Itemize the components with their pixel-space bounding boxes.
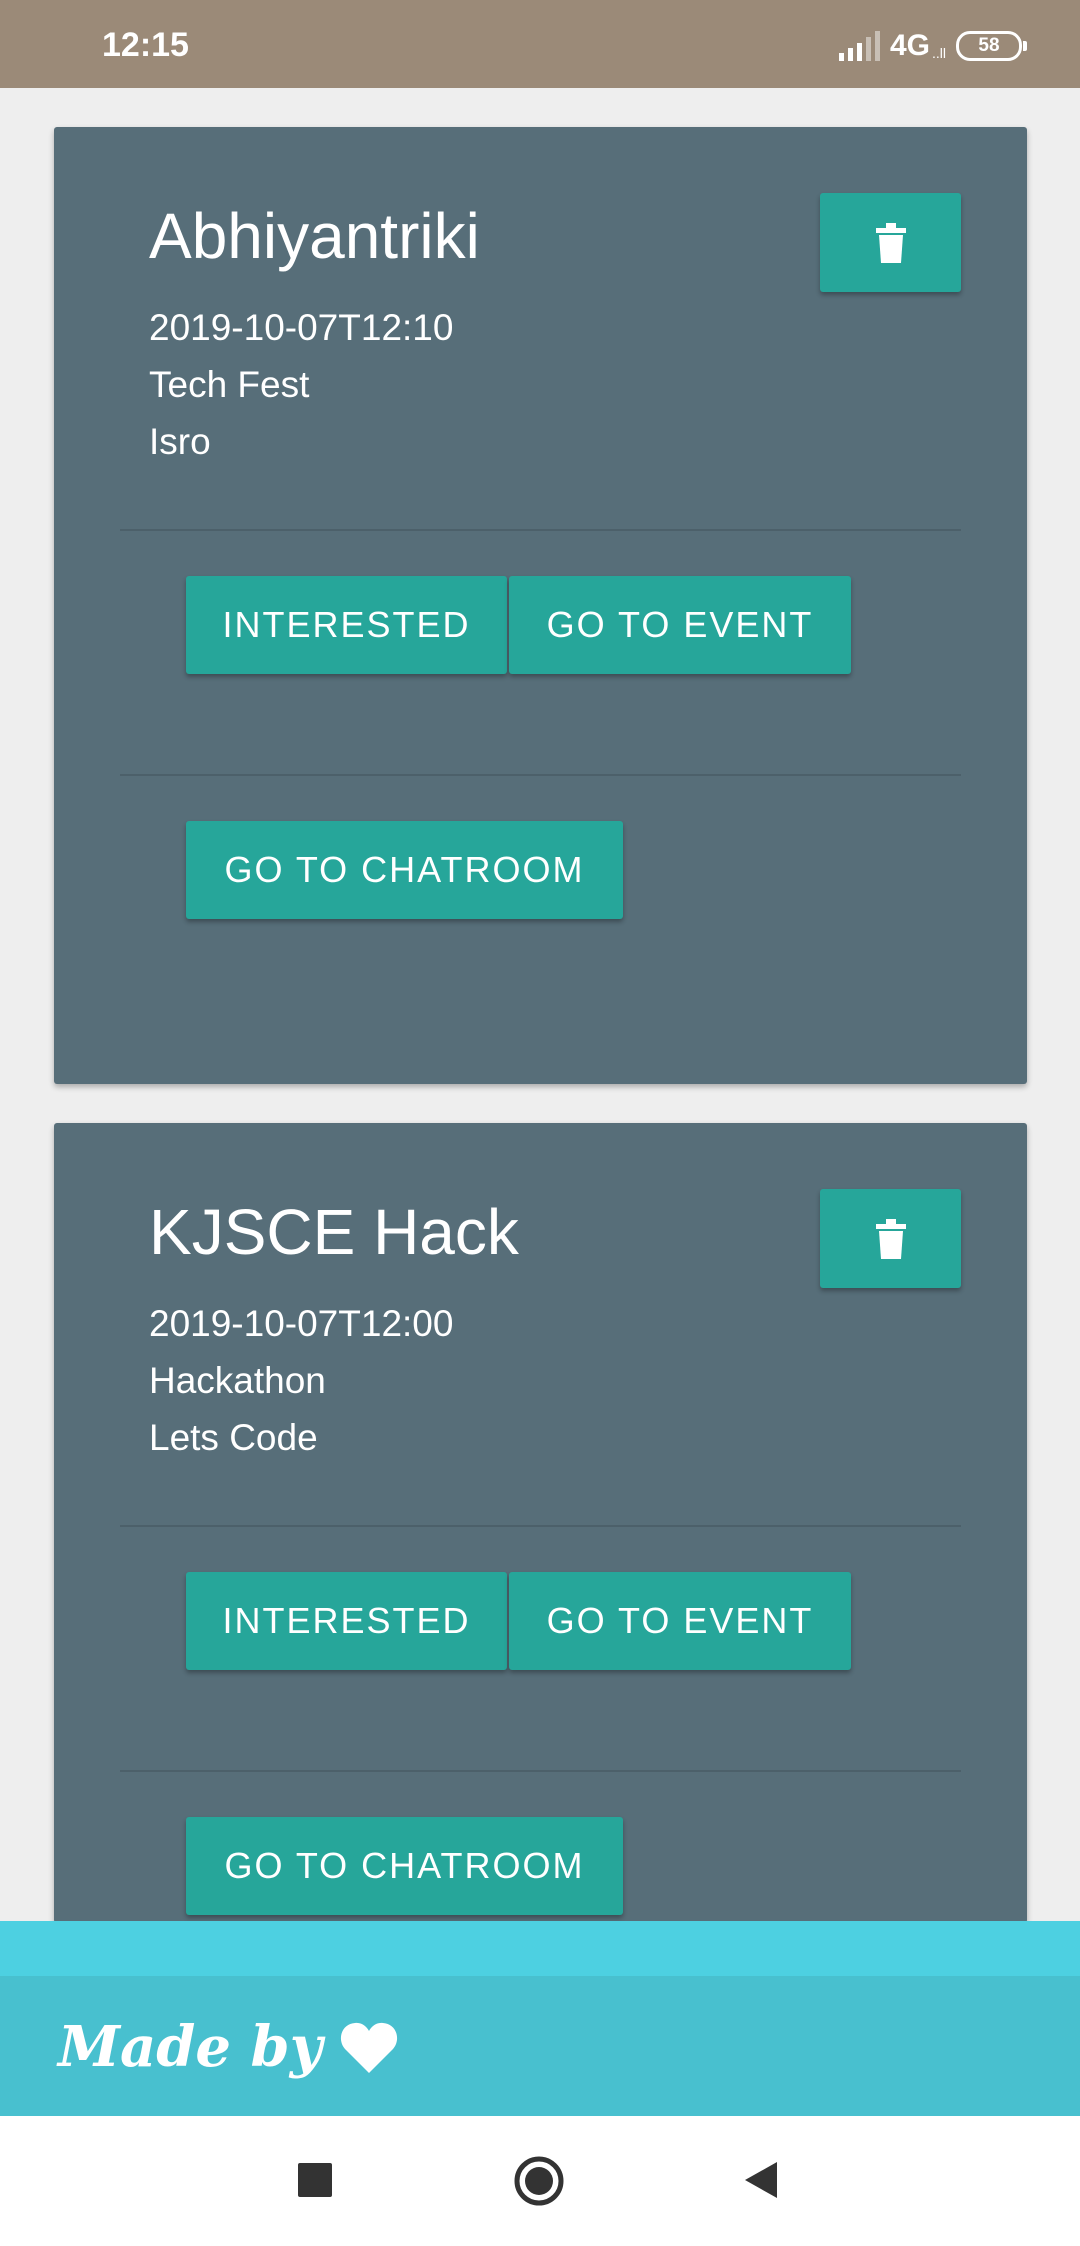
battery-icon: 58 bbox=[956, 31, 1027, 61]
circle-icon[interactable] bbox=[514, 2156, 564, 2206]
footer: Made by bbox=[0, 1976, 1080, 2116]
go-to-chatroom-button[interactable]: GO TO CHATROOM bbox=[186, 821, 623, 919]
delete-button[interactable] bbox=[820, 193, 961, 292]
event-datetime: 2019-10-07T12:10 bbox=[149, 307, 454, 348]
go-to-event-button[interactable]: GO TO EVENT bbox=[509, 576, 851, 674]
trash-icon bbox=[875, 222, 906, 263]
heart-icon bbox=[341, 2022, 398, 2073]
signal-icon bbox=[838, 31, 880, 61]
network-type: 4G bbox=[889, 29, 930, 62]
footer-accent-strip bbox=[0, 1921, 1080, 1976]
event-card: Abhiyantriki 2019-10-07T12:10 Tech Fest … bbox=[54, 127, 1027, 1084]
status-indicators: 4G ..ll 58 bbox=[838, 26, 1027, 66]
delete-button[interactable] bbox=[820, 1189, 961, 1288]
go-to-chatroom-button[interactable]: GO TO CHATROOM bbox=[186, 1817, 623, 1915]
square-icon[interactable] bbox=[298, 2163, 332, 2197]
made-by-text: Made by bbox=[58, 2014, 398, 2080]
divider bbox=[120, 774, 961, 776]
status-bar: 12:15 4G ..ll 58 bbox=[0, 0, 1080, 88]
event-datetime: 2019-10-07T12:00 bbox=[149, 1303, 454, 1344]
navigation-bar bbox=[0, 2116, 1080, 2246]
event-title: Abhiyantriki bbox=[149, 200, 480, 272]
triangle-back-icon[interactable] bbox=[743, 2160, 779, 2200]
interested-button[interactable]: INTERESTED bbox=[186, 576, 507, 674]
network-activity: ..ll bbox=[932, 45, 946, 61]
event-card: KJSCE Hack 2019-10-07T12:00 Hackathon Le… bbox=[54, 1123, 1027, 1923]
event-type: Hackathon bbox=[149, 1360, 326, 1401]
divider bbox=[120, 1770, 961, 1772]
status-time: 12:15 bbox=[102, 26, 189, 64]
event-organizer: Isro bbox=[149, 421, 211, 462]
trash-icon bbox=[875, 1218, 906, 1259]
event-title: KJSCE Hack bbox=[149, 1196, 519, 1268]
event-type: Tech Fest bbox=[149, 364, 310, 405]
interested-button[interactable]: INTERESTED bbox=[186, 1572, 507, 1670]
divider bbox=[120, 529, 961, 531]
divider bbox=[120, 1525, 961, 1527]
event-organizer: Lets Code bbox=[149, 1417, 318, 1458]
go-to-event-button[interactable]: GO TO EVENT bbox=[509, 1572, 851, 1670]
made-by-label: Made by bbox=[58, 2014, 323, 2080]
